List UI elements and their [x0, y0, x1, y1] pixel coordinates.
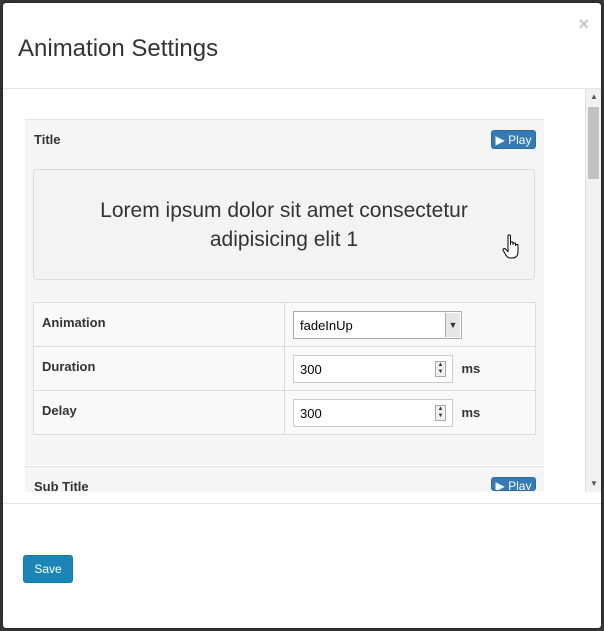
preview-text: Lorem ipsum dolor sit amet consectetur a…: [100, 198, 468, 251]
duration-input-value: 300: [300, 361, 322, 377]
table-row-animation: Animation fadeInUp ▼: [33, 302, 536, 347]
delay-value-cell: 300 ▲ ▼ ms: [284, 390, 536, 435]
duration-input[interactable]: 300 ▲ ▼: [293, 354, 453, 383]
stepper-up-icon[interactable]: ▲: [436, 406, 445, 413]
scroll-up-icon[interactable]: ▲: [586, 89, 601, 105]
animation-select[interactable]: fadeInUp ▼: [293, 310, 462, 339]
animation-label: Animation: [33, 302, 285, 347]
animation-value-cell: fadeInUp ▼: [284, 302, 536, 347]
scrollbar-thumb[interactable]: [588, 107, 599, 179]
modal-body: Title ▶ Play Lorem ipsum dolor sit amet …: [3, 89, 601, 492]
stepper-up-icon[interactable]: ▲: [436, 362, 445, 369]
modal-header: Animation Settings ×: [3, 3, 601, 89]
duration-unit: ms: [461, 361, 481, 376]
delay-label: Delay: [33, 390, 285, 435]
scroll-area[interactable]: Title ▶ Play Lorem ipsum dolor sit amet …: [3, 89, 585, 492]
modal-title: Animation Settings: [18, 35, 219, 62]
title-panel: Title ▶ Play Lorem ipsum dolor sit amet …: [25, 119, 544, 465]
save-button[interactable]: Save: [23, 555, 73, 583]
play-button-title[interactable]: ▶ Play: [491, 130, 536, 149]
delay-input-value: 300: [300, 405, 322, 421]
animation-settings-modal: Animation Settings × Title ▶ Play Lorem …: [3, 3, 601, 628]
panel-label-subtitle: Sub Title: [34, 479, 89, 492]
animation-select-value: fadeInUp: [300, 317, 353, 333]
close-icon[interactable]: ×: [578, 15, 589, 33]
hand-cursor-icon: [502, 234, 519, 259]
play-button-subtitle[interactable]: ▶ Play: [491, 477, 536, 491]
delay-input[interactable]: 300 ▲ ▼: [293, 398, 453, 427]
vertical-scrollbar[interactable]: ▲ ▼: [585, 89, 601, 492]
modal-footer: Save: [3, 503, 601, 628]
delay-stepper[interactable]: ▲ ▼: [435, 404, 446, 421]
duration-value-cell: 300 ▲ ▼ ms: [284, 346, 536, 391]
table-row-delay: Delay 300 ▲ ▼ ms: [33, 390, 536, 435]
duration-stepper[interactable]: ▲ ▼: [435, 360, 446, 377]
subtitle-panel: Sub Title ▶ Play: [25, 467, 544, 492]
chevron-down-icon[interactable]: ▼: [445, 312, 460, 337]
animation-preview: Lorem ipsum dolor sit amet consectetur a…: [33, 169, 535, 280]
scroll-down-icon[interactable]: ▼: [586, 476, 601, 492]
delay-unit: ms: [461, 405, 481, 420]
stepper-down-icon[interactable]: ▼: [436, 369, 445, 376]
table-row-duration: Duration 300 ▲ ▼ ms: [33, 346, 536, 391]
panel-label-title: Title: [34, 132, 61, 147]
settings-table: Animation fadeInUp ▼ Duration 300 ▲ ▼ ms…: [33, 302, 536, 435]
stepper-down-icon[interactable]: ▼: [436, 413, 445, 420]
duration-label: Duration: [33, 346, 285, 391]
